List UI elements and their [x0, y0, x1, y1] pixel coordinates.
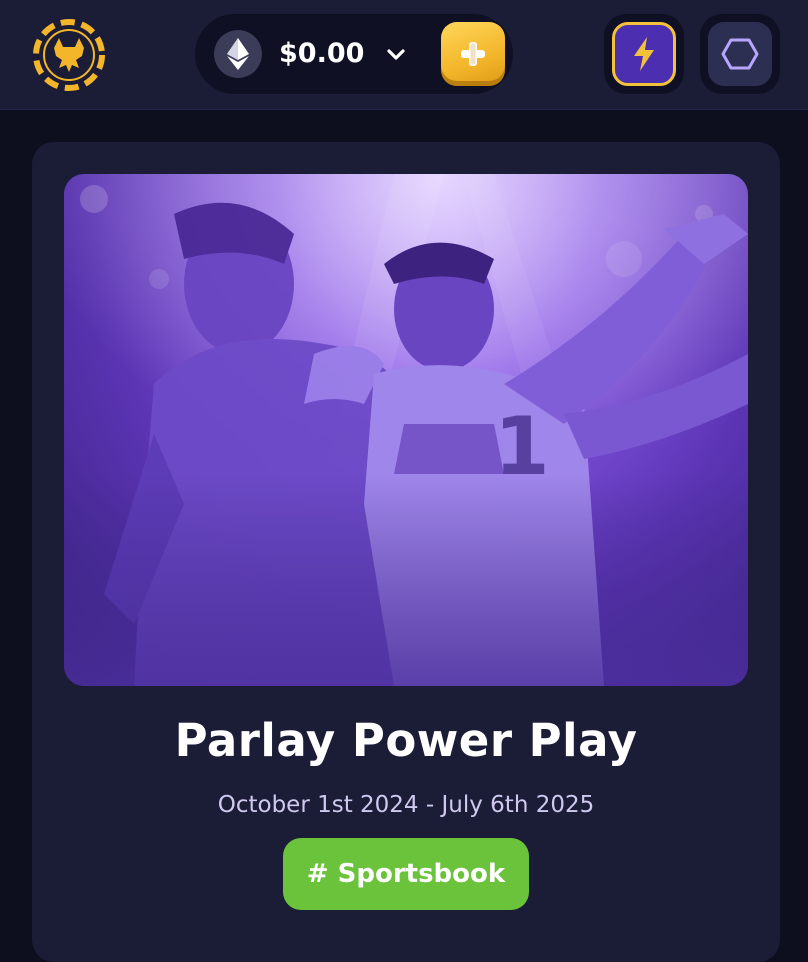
rewards-button-frame [604, 14, 684, 94]
wallet-balance-bar: $0.00 [195, 14, 513, 94]
fox-chip-logo-icon[interactable] [32, 18, 106, 92]
promotion-dates: October 1st 2024 - July 6th 2025 [217, 792, 595, 818]
plus-icon [461, 42, 485, 66]
promotion-card[interactable]: 1 Parlay Power Play October 1st 2024 - J… [32, 142, 780, 962]
hexagon-icon [721, 38, 759, 70]
sportsbook-tag-button[interactable]: # Sportsbook [283, 838, 529, 910]
promotion-title: Parlay Power Play [174, 714, 638, 767]
menu-button[interactable] [708, 22, 772, 86]
top-navigation-bar: $0.00 [0, 0, 808, 110]
rewards-button[interactable] [612, 22, 676, 86]
sports-players-hero-image: 1 [64, 174, 748, 686]
add-funds-button[interactable] [441, 22, 505, 86]
ethereum-icon [214, 30, 262, 78]
menu-button-frame [700, 14, 780, 94]
wallet-balance: $0.00 [279, 38, 365, 69]
lightning-bolt-icon [634, 37, 654, 71]
chevron-down-icon[interactable] [384, 42, 408, 66]
